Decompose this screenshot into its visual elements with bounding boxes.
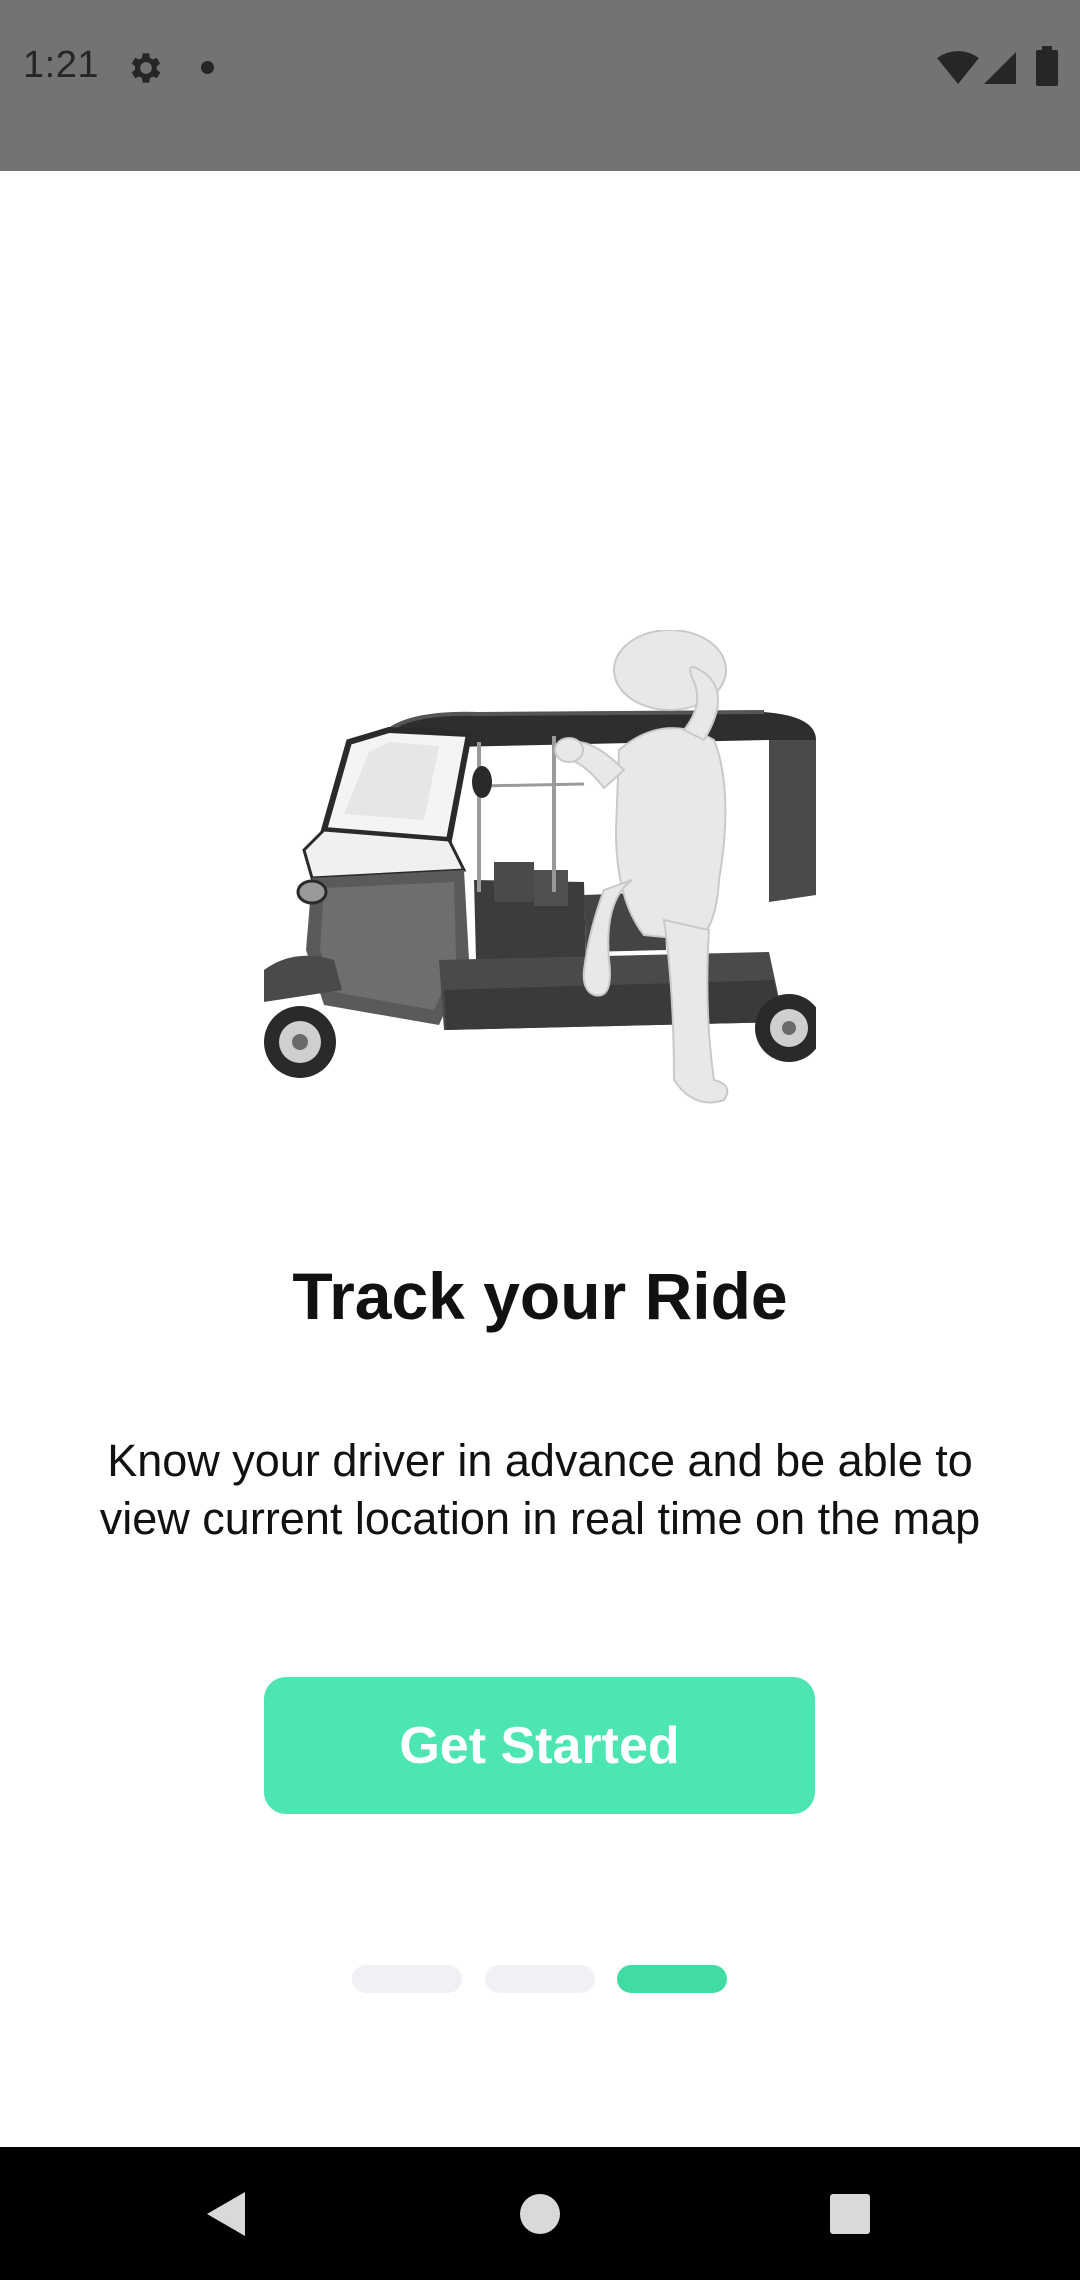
home-icon bbox=[520, 2193, 560, 2234]
back-button[interactable] bbox=[157, 2147, 297, 2280]
rickshaw-illustration bbox=[264, 630, 816, 1104]
signal-icon bbox=[984, 52, 1016, 84]
onboarding-screen: 1:21 Track your Ride Know your driver in… bbox=[0, 0, 1080, 2280]
page-title: Track your Ride bbox=[292, 1259, 788, 1333]
get-started-button[interactable]: Get Started bbox=[264, 1677, 815, 1814]
navigation-bar bbox=[0, 2147, 1080, 2280]
back-icon bbox=[207, 2191, 245, 2236]
recents-icon bbox=[830, 2193, 870, 2234]
page-description: Know your driver in advance and be able … bbox=[99, 1435, 981, 1544]
page-indicator-dot-2[interactable] bbox=[485, 1965, 595, 1993]
status-bar: 1:21 bbox=[0, 0, 1080, 171]
status-time: 1:21 bbox=[23, 44, 99, 86]
home-button[interactable] bbox=[470, 2147, 610, 2280]
notification-dot-icon bbox=[201, 61, 214, 74]
battery-icon bbox=[1036, 46, 1058, 86]
page-indicator bbox=[352, 1965, 728, 1993]
page-indicator-dot-1[interactable] bbox=[352, 1965, 462, 1993]
recents-button[interactable] bbox=[780, 2147, 920, 2280]
wifi-icon bbox=[937, 51, 979, 84]
gear-icon bbox=[131, 53, 161, 83]
page-indicator-dot-3[interactable] bbox=[617, 1965, 727, 1993]
